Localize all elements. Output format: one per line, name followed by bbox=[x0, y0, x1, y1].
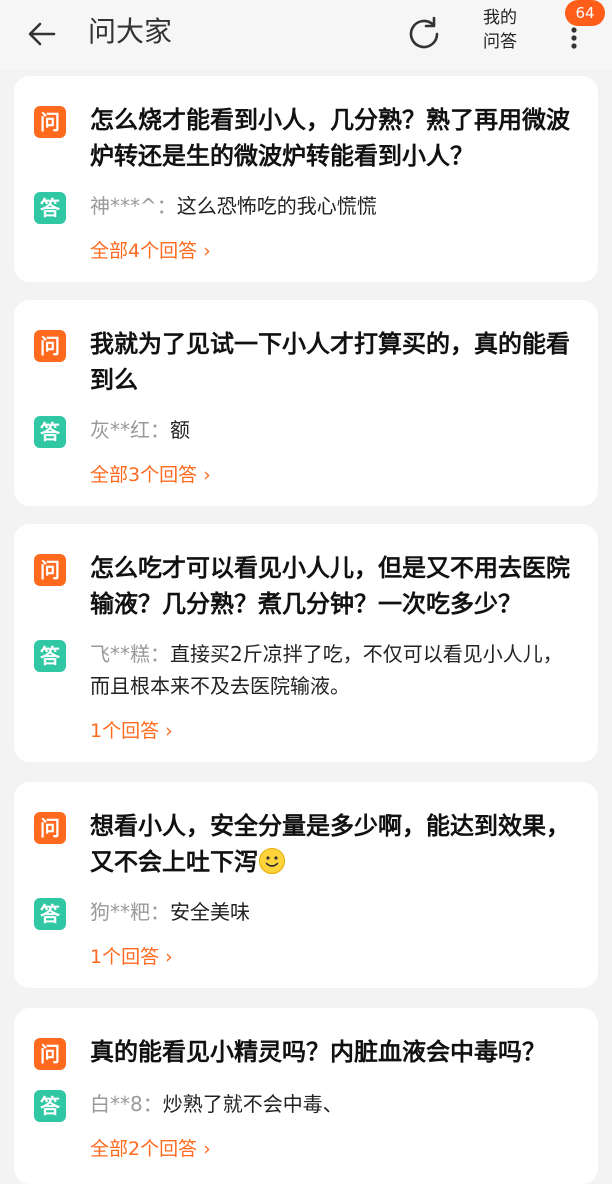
question-text: 我就为了见试一下小人才打算买的，真的能看到么 bbox=[90, 330, 570, 394]
notification-badge: 64 bbox=[565, 0, 605, 26]
question-tag: 问 bbox=[34, 106, 66, 138]
answer-tag: 答 bbox=[34, 898, 66, 930]
smiley-emoji-icon bbox=[258, 847, 286, 885]
more-menu-icon[interactable] bbox=[560, 26, 588, 52]
all-answers-label: 全部2个回答 bbox=[90, 1138, 198, 1160]
answer-username: 神***^： bbox=[90, 194, 177, 218]
qa-card[interactable]: 问 怎么吃才可以看见小人儿，但是又不用去医院输液？几分熟？煮几分钟？一次吃多少？… bbox=[14, 524, 598, 762]
all-answers-label: 1个回答 bbox=[90, 946, 160, 968]
qa-card[interactable]: 问 怎么烧才能看到小人，几分熟？熟了再用微波炉转还是生的微波炉转能看到小人？ 答… bbox=[14, 76, 598, 282]
answer-username: 狗**粑： bbox=[90, 900, 170, 924]
page-title: 问大家 bbox=[88, 15, 173, 48]
chevron-right-icon: › bbox=[165, 720, 173, 742]
answer-text: 炒熟了就不会中毒、 bbox=[162, 1092, 343, 1116]
my-qa-label-line2: 问答 bbox=[483, 32, 517, 52]
all-answers-label: 1个回答 bbox=[90, 720, 160, 742]
answer-username: 白**8： bbox=[90, 1092, 163, 1116]
question-text-body: 想看小人，安全分量是多少啊，能达到效果，又不会上吐下泻 bbox=[90, 812, 570, 876]
question-text: 怎么吃才可以看见小人儿，但是又不用去医院输液？几分熟？煮几分钟？一次吃多少？ bbox=[90, 554, 570, 618]
answer-preview: 灰**红：额 bbox=[90, 414, 582, 446]
answer-username: 飞**糕： bbox=[90, 642, 170, 666]
all-answers-link[interactable]: 全部3个回答 › bbox=[90, 462, 211, 488]
back-arrow-icon[interactable] bbox=[26, 18, 58, 50]
answer-tag: 答 bbox=[34, 416, 66, 448]
answer-preview: 神***^：这么恐怖吃的我心慌慌 bbox=[90, 190, 582, 222]
my-qa-label-line1: 我的 bbox=[483, 8, 517, 28]
all-answers-link[interactable]: 全部4个回答 › bbox=[90, 238, 211, 264]
question-text: 想看小人，安全分量是多少啊，能达到效果，又不会上吐下泻 bbox=[90, 808, 582, 885]
chevron-right-icon: › bbox=[203, 240, 211, 262]
my-qa-button[interactable]: 我的 问答 bbox=[478, 6, 522, 54]
question-tag: 问 bbox=[34, 330, 66, 362]
answer-text: 这么恐怖吃的我心慌慌 bbox=[176, 194, 377, 218]
all-answers-label: 全部3个回答 bbox=[90, 464, 198, 486]
question-tag: 问 bbox=[34, 812, 66, 844]
question-text: 怎么烧才能看到小人，几分熟？熟了再用微波炉转还是生的微波炉转能看到小人？ bbox=[90, 106, 570, 170]
answer-preview: 狗**粑：安全美味 bbox=[90, 896, 582, 928]
chevron-right-icon: › bbox=[165, 946, 173, 968]
chevron-right-icon: › bbox=[203, 464, 211, 486]
refresh-icon[interactable] bbox=[404, 14, 444, 54]
answer-text: 安全美味 bbox=[170, 900, 250, 924]
answer-preview: 白**8：炒熟了就不会中毒、 bbox=[90, 1088, 582, 1120]
all-answers-link[interactable]: 1个回答 › bbox=[90, 718, 173, 744]
top-bar: 问大家 我的 问答 64 bbox=[0, 0, 612, 70]
question-tag: 问 bbox=[34, 554, 66, 586]
answer-tag: 答 bbox=[34, 640, 66, 672]
all-answers-label: 全部4个回答 bbox=[90, 240, 198, 262]
qa-card[interactable]: 问 我就为了见试一下小人才打算买的，真的能看到么 答 灰**红：额 全部3个回答… bbox=[14, 300, 598, 506]
question-tag: 问 bbox=[34, 1038, 66, 1070]
answer-preview: 飞**糕：直接买2斤凉拌了吃，不仅可以看见小人儿，而且根本来不及去医院输液。 bbox=[90, 638, 582, 702]
chevron-right-icon: › bbox=[203, 1138, 211, 1160]
answer-tag: 答 bbox=[34, 1090, 66, 1122]
answer-text: 额 bbox=[170, 418, 190, 442]
all-answers-link[interactable]: 全部2个回答 › bbox=[90, 1136, 211, 1162]
answer-tag: 答 bbox=[34, 192, 66, 224]
answer-username: 灰**红： bbox=[90, 418, 170, 442]
all-answers-link[interactable]: 1个回答 › bbox=[90, 944, 173, 970]
qa-card[interactable]: 问 真的能看见小精灵吗？内脏血液会中毒吗？ 答 白**8：炒熟了就不会中毒、 全… bbox=[14, 1008, 598, 1184]
qa-card[interactable]: 问 想看小人，安全分量是多少啊，能达到效果，又不会上吐下泻 答 狗**粑：安全美… bbox=[14, 782, 598, 988]
question-text: 真的能看见小精灵吗？内脏血液会中毒吗？ bbox=[90, 1038, 546, 1066]
